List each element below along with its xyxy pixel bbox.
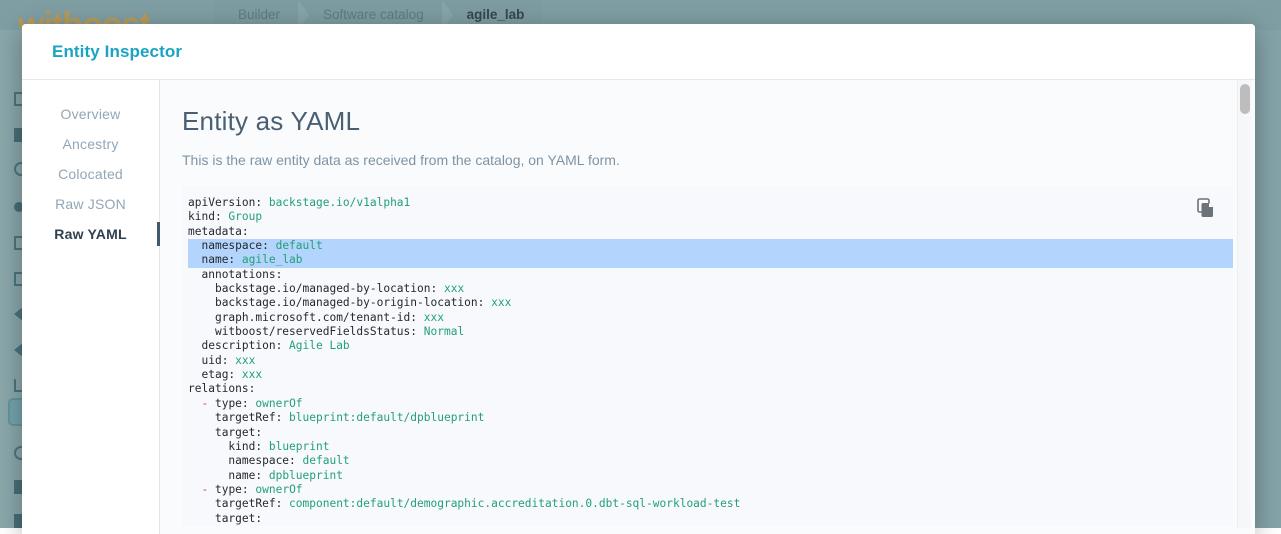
dialog-header: Entity Inspector <box>22 24 1255 80</box>
page-title: Entity as YAML <box>182 106 1255 137</box>
inspector-tab-list: Overview Ancestry Colocated Raw JSON Raw… <box>22 80 160 534</box>
yaml-code-block: apiVersion: backstage.io/v1alpha1kind: G… <box>182 186 1233 526</box>
tab-ancestry[interactable]: Ancestry <box>22 129 159 159</box>
inspector-content-panel: Entity as YAML This is the raw entity da… <box>160 80 1255 534</box>
page-subtitle: This is the raw entity data as received … <box>182 152 1255 168</box>
tab-colocated[interactable]: Colocated <box>22 159 159 189</box>
tab-raw-json[interactable]: Raw JSON <box>22 189 159 219</box>
dialog-body: Overview Ancestry Colocated Raw JSON Raw… <box>22 80 1255 534</box>
copy-icon[interactable] <box>1195 196 1217 218</box>
tab-overview[interactable]: Overview <box>22 99 159 129</box>
dialog-scrollbar-thumb[interactable] <box>1240 84 1250 114</box>
dialog-scrollbar-track[interactable] <box>1237 80 1251 528</box>
entity-inspector-dialog: Entity Inspector Overview Ancestry Coloc… <box>22 24 1255 534</box>
yaml-source-text: apiVersion: backstage.io/v1alpha1kind: G… <box>182 196 1233 526</box>
tab-raw-yaml[interactable]: Raw YAML <box>22 219 159 249</box>
dialog-title: Entity Inspector <box>52 42 182 62</box>
